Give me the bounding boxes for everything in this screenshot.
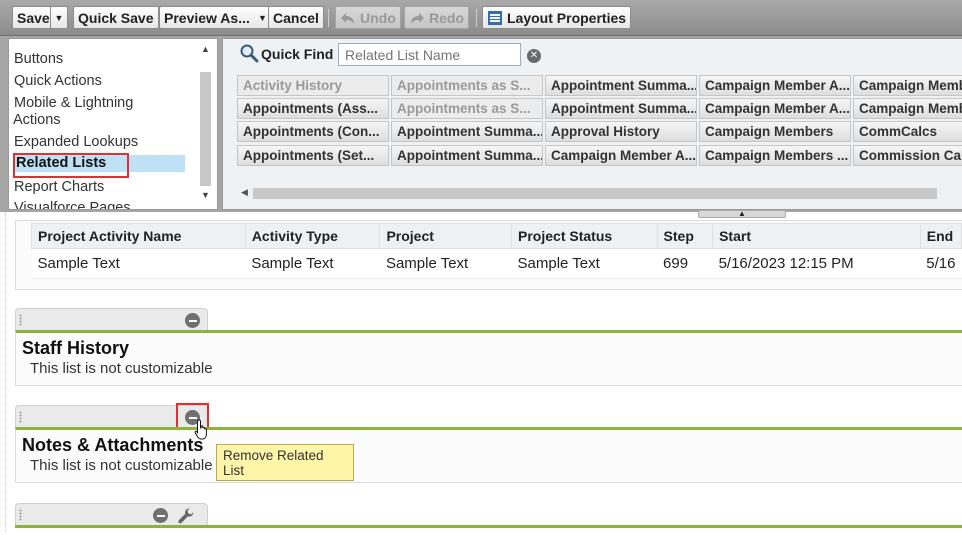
table-cell: 699 (657, 248, 713, 279)
palette: Buttons Quick Actions Mobile & Lightning… (0, 36, 962, 212)
section-body: Notes & Attachments This list is not cus… (15, 427, 962, 483)
remove-icon[interactable] (185, 313, 200, 328)
scrollbar-thumb[interactable] (253, 188, 937, 199)
section-drag-handle[interactable] (15, 308, 208, 330)
palette-item[interactable]: Campaign Memb (853, 75, 962, 96)
search-icon (239, 43, 259, 66)
related-list-notes-attachments: Notes & Attachments This list is not cus… (15, 403, 962, 485)
scroll-left-icon[interactable]: ◀ (241, 187, 248, 198)
quick-find-input[interactable] (338, 43, 521, 66)
palette-item[interactable]: Appointments (Con... (237, 121, 389, 142)
toolbar: Save ▼ Quick Save Preview As... ▼ Cancel… (0, 0, 962, 36)
grip-icon (19, 314, 22, 326)
quick-find-label: Quick Find (261, 46, 334, 62)
related-list-table: Project Activity Name Activity Type Proj… (15, 220, 962, 290)
remove-icon[interactable] (153, 508, 168, 523)
palette-item[interactable]: Campaign Members (699, 121, 851, 142)
canvas-border (5, 212, 6, 532)
section-body (15, 525, 962, 535)
column-header: Activity Type (244, 223, 381, 249)
category-visualforce-pages[interactable]: Visualforce Pages (14, 200, 131, 209)
category-quick-actions[interactable]: Quick Actions (14, 73, 102, 90)
section-title: Notes & Attachments (22, 435, 204, 455)
table-row: Sample Text Sample Text Sample Text Samp… (31, 248, 962, 279)
scrollbar-thumb[interactable] (200, 72, 211, 186)
highlight-box (13, 153, 129, 178)
toolbar-divider (328, 9, 329, 27)
layout-canvas: Project Activity Name Activity Type Proj… (0, 212, 962, 532)
scroll-down-icon[interactable]: ▼ (199, 190, 212, 200)
table-cell: Sample Text (511, 248, 658, 279)
layout-properties-icon (487, 10, 503, 26)
palette-item[interactable]: Campaign Members ... (699, 145, 851, 166)
column-header: End (919, 223, 962, 249)
palette-item[interactable]: Appointments as S... (391, 98, 543, 119)
palette-item[interactable]: Appointments as S... (391, 75, 543, 96)
section-note: This list is not customizable (30, 360, 213, 377)
related-list-staff-history: Staff History This list is not customiza… (15, 308, 962, 388)
undo-button[interactable]: Undo (335, 6, 401, 29)
category-scrollbar[interactable]: ▲ ▼ (199, 42, 212, 206)
palette-item[interactable]: Approval History (545, 121, 697, 142)
table-cell: Sample Text (245, 248, 380, 279)
palette-item[interactable]: Commission Calc (853, 145, 962, 166)
scroll-up-icon[interactable]: ▲ (199, 44, 212, 54)
redo-icon (409, 11, 425, 25)
table-cell: 5/16/2023 12:15 PM (712, 248, 921, 279)
palette-item[interactable]: Appointments (Ass... (237, 98, 389, 119)
palette-item[interactable]: Activity History (237, 75, 389, 96)
palette-item[interactable]: Campaign Member A... (699, 98, 851, 119)
save-button[interactable]: Save (12, 6, 55, 29)
category-list: Buttons Quick Actions Mobile & Lightning… (8, 38, 218, 210)
remove-related-list-tooltip: Remove Related List (216, 444, 354, 481)
chevron-down-icon: ▼ (257, 12, 267, 23)
save-dropdown-button[interactable]: ▼ (50, 6, 68, 29)
column-header: Start (712, 223, 921, 249)
grip-icon (19, 411, 22, 423)
category-report-charts[interactable]: Report Charts (14, 179, 104, 196)
palette-horizontal-scrollbar[interactable]: ◀ (241, 187, 941, 200)
palette-item[interactable]: Campaign Memb (853, 98, 962, 119)
toolbar-divider (476, 9, 477, 27)
clear-icon[interactable]: ✕ (527, 49, 541, 63)
section-drag-handle[interactable] (15, 503, 208, 525)
column-header: Project Status (511, 223, 658, 249)
table-cell: Sample Text (379, 248, 512, 279)
preview-as-button[interactable]: Preview As... ▼ (159, 6, 273, 29)
related-list-section (15, 503, 962, 533)
palette-item[interactable]: Appointments (Set... (237, 145, 389, 166)
section-note: This list is not customizable (30, 457, 213, 474)
hand-cursor-icon (194, 419, 210, 444)
palette-item[interactable]: Campaign Member A... (545, 145, 697, 166)
column-header: Step (656, 223, 714, 249)
category-buttons[interactable]: Buttons (14, 51, 63, 68)
layout-properties-button[interactable]: Layout Properties (482, 6, 632, 29)
column-header: Project Activity Name (31, 223, 246, 249)
palette-items-panel: Quick Find ✕ Activity History Appointmen… (222, 38, 962, 210)
undo-icon (340, 11, 356, 25)
category-mobile-lightning-actions[interactable]: Actions (13, 112, 61, 129)
cancel-button[interactable]: Cancel (268, 6, 324, 29)
table-header-row: Project Activity Name Activity Type Proj… (31, 223, 962, 249)
palette-item[interactable]: Appointment Summa... (391, 145, 543, 166)
table-cell: 5/16 (920, 248, 962, 279)
section-body: Staff History This list is not customiza… (15, 330, 962, 386)
palette-item[interactable]: Appointment Summa... (545, 75, 697, 96)
quick-save-button[interactable]: Quick Save (73, 6, 159, 29)
palette-item[interactable]: Campaign Member A... (699, 75, 851, 96)
redo-button[interactable]: Redo (404, 6, 469, 29)
palette-item[interactable]: Appointment Summa... (391, 121, 543, 142)
table-cell: Sample Text (31, 248, 246, 279)
palette-item[interactable]: CommCalcs (853, 121, 962, 142)
activity-table: Project Activity Name Activity Type Proj… (31, 223, 962, 279)
category-mobile-lightning[interactable]: Mobile & Lightning (14, 95, 133, 112)
column-header: Project (379, 223, 513, 249)
category-expanded-lookups[interactable]: Expanded Lookups (14, 134, 138, 151)
section-title: Staff History (22, 338, 130, 358)
chevron-down-icon: ▼ (54, 12, 64, 23)
grip-icon (19, 509, 22, 521)
palette-item[interactable]: Appointment Summa... (545, 98, 697, 119)
